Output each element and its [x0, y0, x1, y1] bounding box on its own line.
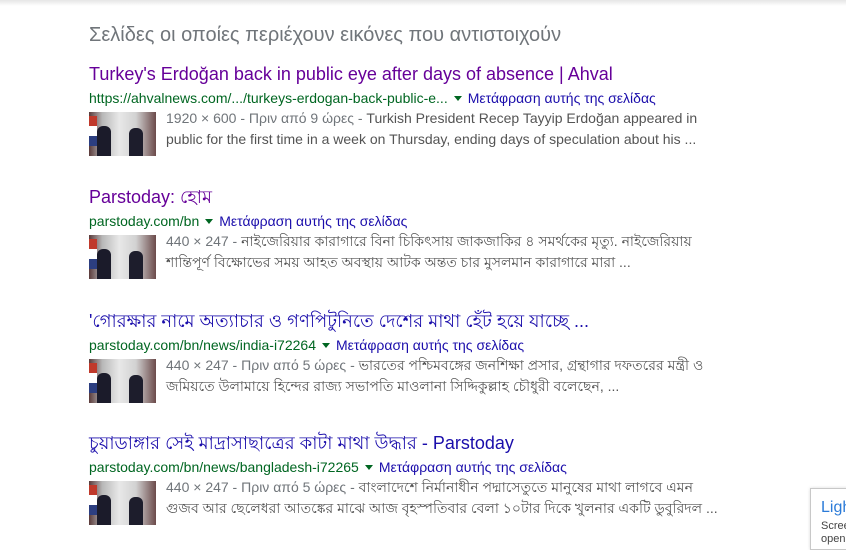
search-result: চুয়াডাঙ্গার সেই মাদ্রাসাছাত্রের কাটা মা… [89, 432, 729, 525]
result-snippet: 1920 × 600 - Πριν από 9 ώρες - Turkish P… [166, 108, 726, 156]
translate-page-link[interactable]: Μετάφραση αυτής της σελίδας [336, 337, 524, 353]
result-snippet: 440 × 247 - Πριν από 5 ώρες - ভারতের পশ্… [166, 355, 726, 403]
result-thumbnail[interactable] [89, 112, 156, 156]
result-thumbnail[interactable] [89, 359, 156, 403]
result-url-line: parstoday.com/bn/news/bangladesh-i72265 Μ… [89, 458, 729, 476]
chevron-down-icon[interactable] [364, 464, 373, 470]
result-snippet-row: 440 × 247 - Πριν από 5 ώρες - বাংলাদেশে … [89, 479, 729, 525]
result-meta: 440 × 247 - [166, 233, 242, 249]
search-result: 'গোরক্ষার নামে অত্যাচার ও গণপিটুনিতে দেশ… [89, 310, 729, 403]
side-popup-card[interactable]: Ligh Scree open [810, 488, 846, 550]
translate-page-link[interactable]: Μετάφραση αυτής της σελίδας [219, 213, 407, 229]
translate-page-link[interactable]: Μετάφραση αυτής της σελίδας [379, 459, 567, 475]
chevron-down-icon[interactable] [453, 95, 462, 101]
side-popup-text: Scree [821, 520, 846, 532]
section-heading: Σελίδες οι οποίες περιέχουν εικόνες που … [89, 24, 562, 46]
result-url: parstoday.com/bn/news/bangladesh-i72265 [89, 459, 359, 475]
chevron-down-icon[interactable] [322, 342, 330, 348]
result-title-link[interactable]: Turkey's Erdoğan back in public eye afte… [89, 63, 729, 85]
result-snippet-row: 1920 × 600 - Πριν από 9 ώρες - Turkish P… [89, 110, 729, 156]
top-edge [0, 0, 846, 6]
result-url: parstoday.com/bn/news/india-i72264 [89, 337, 316, 353]
result-thumbnail[interactable] [89, 235, 156, 279]
result-title-link[interactable]: 'গোরক্ষার নামে অত্যাচার ও গণপিটুনিতে দেশ… [89, 310, 729, 332]
result-meta: 440 × 247 - Πριν από 5 ώρες - [166, 357, 359, 373]
result-url-line: parstoday.com/bn/news/india-i72264 Μετάφρ… [89, 336, 729, 354]
result-title-link[interactable]: Parstoday: হোম [89, 186, 729, 208]
result-snippet-text: নাইজেরিয়ার কারাগারে বিনা চিকিৎসায় জাকজ… [166, 233, 692, 270]
result-title-link[interactable]: চুয়াডাঙ্গার সেই মাদ্রাসাছাত্রের কাটা মা… [89, 432, 729, 454]
search-result: Parstoday: হোম parstoday.com/bn Μετάφραση… [89, 186, 729, 279]
chevron-down-icon[interactable] [205, 218, 214, 224]
result-snippet: 440 × 247 - নাইজেরিয়ার কারাগারে বিনা চি… [166, 231, 726, 279]
result-meta: 1920 × 600 - Πριν από 9 ώρες - [166, 110, 367, 126]
result-url-line: parstoday.com/bn Μετάφραση αυτής της σελί… [89, 212, 729, 230]
result-snippet-row: 440 × 247 - নাইজেরিয়ার কারাগারে বিনা চি… [89, 233, 729, 279]
result-thumbnail[interactable] [89, 481, 156, 525]
result-url: https://ahvalnews.com/.../turkeys-erdoga… [89, 90, 448, 106]
translate-page-link[interactable]: Μετάφραση αυτής της σελίδας [468, 90, 656, 106]
result-url-line: https://ahvalnews.com/.../turkeys-erdoga… [89, 89, 729, 107]
result-snippet: 440 × 247 - Πριν από 5 ώρες - বাংলাদেশে … [166, 477, 726, 525]
search-result: Turkey's Erdoğan back in public eye afte… [89, 63, 729, 156]
side-popup-text: open [821, 533, 846, 545]
result-snippet-row: 440 × 247 - Πριν από 5 ώρες - ভারতের পশ্… [89, 357, 729, 403]
result-meta: 440 × 247 - Πριν από 5 ώρες - [166, 479, 359, 495]
side-popup-title: Ligh [821, 499, 846, 516]
result-url: parstoday.com/bn [89, 213, 200, 229]
